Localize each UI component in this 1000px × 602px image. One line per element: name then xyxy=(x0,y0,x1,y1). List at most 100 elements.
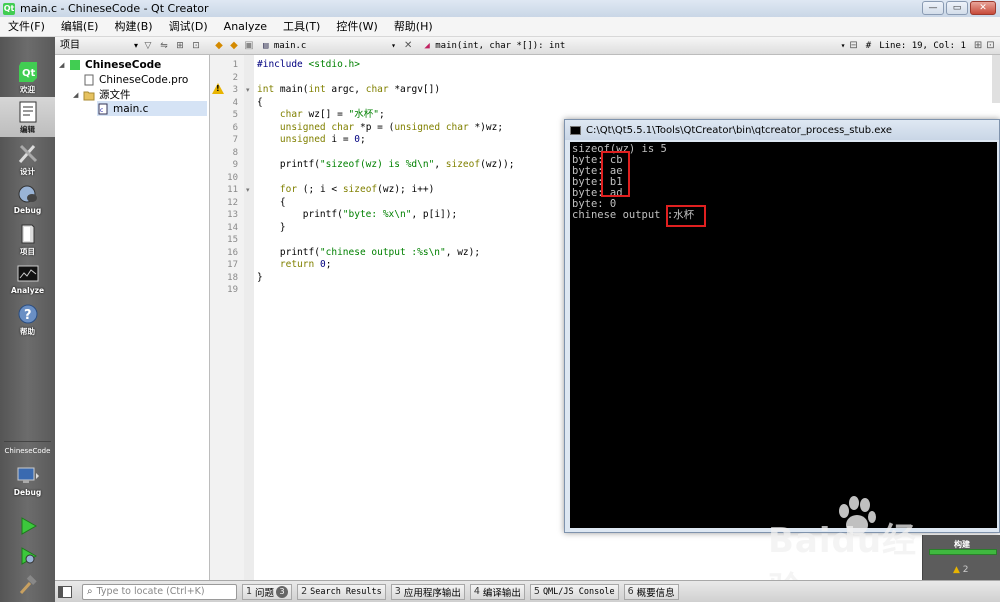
line-number: 12 xyxy=(227,197,238,208)
collapse-icon[interactable]: ◢ xyxy=(59,61,69,69)
pane-number: 6 xyxy=(627,586,634,597)
chevron-down-icon: ▾ xyxy=(391,40,396,50)
editor-scrollbar[interactable] xyxy=(992,55,1000,103)
code-line-11: for (; i < sizeof(wz); i++) xyxy=(279,184,435,195)
project-panel-toolbar: 项目 ▾ ▽ ⇋ ⊞ ⊡ xyxy=(55,37,210,55)
console-window[interactable]: C:\Qt\Qt5.5.1\Tools\QtCreator\bin\qtcrea… xyxy=(564,119,1000,533)
view-selector[interactable]: 项目 ▾ xyxy=(58,39,138,53)
monitor-icon xyxy=(16,465,40,487)
function-icon: ◢ xyxy=(424,40,436,51)
forward-arrow-icon[interactable]: ◆ xyxy=(228,40,240,51)
toggle-sidebar-icon[interactable] xyxy=(58,585,72,598)
locator-placeholder: Type to locate (Ctrl+K) xyxy=(96,586,205,597)
mode-design[interactable]: 设计 xyxy=(0,139,55,179)
fold-marker-icon[interactable]: ▾ xyxy=(246,84,250,97)
mode-label: 编辑 xyxy=(20,125,35,134)
maximize-button[interactable]: ▭ xyxy=(946,1,968,15)
menu-analyze[interactable]: Analyze xyxy=(216,17,275,37)
tree-item-label: main.c xyxy=(113,102,149,115)
split-icon[interactable]: ⊞ xyxy=(174,40,186,52)
menu-file[interactable]: 文件(F) xyxy=(0,17,53,37)
help-icon: ? xyxy=(16,303,40,325)
mode-label: Debug xyxy=(13,206,42,215)
highlight-box-output xyxy=(666,205,706,227)
pane-number: 2 xyxy=(301,586,308,597)
mode-edit[interactable]: 编辑 xyxy=(0,97,55,137)
menu-widgets[interactable]: 控件(W) xyxy=(328,17,385,37)
menu-tools[interactable]: 工具(T) xyxy=(275,17,328,37)
split-view-icon[interactable]: ⊟ xyxy=(849,40,857,51)
search-icon: ⌕ xyxy=(87,586,93,597)
open-file-selector[interactable]: ▤ main.c ▾ xyxy=(263,41,398,51)
split-icon[interactable]: ⊞ xyxy=(974,40,982,51)
target-project-label: ChineseCode xyxy=(4,447,51,455)
projects-icon xyxy=(16,223,40,245)
target-selector[interactable]: Debug xyxy=(0,461,55,501)
code-line-17: return 0; xyxy=(279,259,332,270)
mode-label: Analyze xyxy=(10,286,45,295)
code-line-9: printf("sizeof(wz) is %d\n", sizeof(wz))… xyxy=(257,159,515,170)
build-warning-indicator: ▲ 2 xyxy=(953,565,969,575)
line-number-gutter: 12345678910111213141516171819 ▾ ▾ xyxy=(210,55,254,580)
symbol-selector[interactable]: ◢ main(int, char *[]): int ▾ xyxy=(424,41,849,51)
mode-help[interactable]: ? 帮助 xyxy=(0,299,55,339)
view-selector-value: 项目 xyxy=(60,39,80,51)
code-line-3: int main(int argc, char *argv[]) xyxy=(257,84,441,95)
build-progress[interactable]: 构建 ▲ 2 xyxy=(922,535,1000,580)
mode-label: 帮助 xyxy=(20,327,35,336)
tree-item-project[interactable]: ◢ ChineseCode xyxy=(59,57,161,72)
code-line-4: { xyxy=(257,96,263,108)
line-number: 1 xyxy=(232,60,238,70)
pane-compile-output[interactable]: 4 编译输出 xyxy=(469,583,525,600)
filter-icon[interactable]: ▽ xyxy=(142,40,154,52)
mode-projects[interactable]: 项目 xyxy=(0,219,55,259)
menu-help[interactable]: 帮助(H) xyxy=(386,17,441,37)
console-title-bar[interactable]: C:\Qt\Qt5.5.1\Tools\QtCreator\bin\qtcrea… xyxy=(565,120,999,140)
mode-analyze[interactable]: Analyze xyxy=(0,259,55,299)
line-number: 5 xyxy=(232,110,238,120)
build-progress-bar xyxy=(929,549,997,555)
chevron-down-icon: ▾ xyxy=(133,40,138,50)
console-title: C:\Qt\Qt5.5.1\Tools\QtCreator\bin\qtcrea… xyxy=(586,124,893,136)
tree-item-label: ChineseCode.pro xyxy=(99,73,189,86)
svg-text:?: ? xyxy=(24,308,32,323)
tree-item-sources[interactable]: ◢ 源文件 xyxy=(73,87,131,102)
minimize-button[interactable]: — xyxy=(922,1,944,15)
qt-app-icon: Qt xyxy=(3,2,15,15)
close-file-icon[interactable]: ✕ xyxy=(404,40,412,51)
close-panel-icon[interactable]: ⊡ xyxy=(190,40,202,52)
build-button[interactable] xyxy=(0,570,55,602)
analyze-icon xyxy=(16,263,40,285)
pane-number: 5 xyxy=(533,586,540,597)
collapse-icon[interactable]: ◢ xyxy=(73,91,83,99)
warning-icon: ▲ xyxy=(953,565,960,575)
menu-build[interactable]: 构建(B) xyxy=(106,17,160,37)
menu-debug[interactable]: 调试(D) xyxy=(161,17,216,37)
svg-text:c: c xyxy=(100,107,103,114)
fold-marker-icon[interactable]: ▾ xyxy=(246,184,250,197)
pane-issues[interactable]: 1 问题 3 xyxy=(242,583,293,600)
line-number: 15 xyxy=(227,235,238,245)
run-play-icon xyxy=(16,515,40,537)
back-arrow-icon[interactable]: ◆ xyxy=(213,40,225,51)
cursor-position: Line: 19, Col: 1 xyxy=(879,40,966,51)
tree-item-pro[interactable]: ChineseCode.pro xyxy=(73,72,188,87)
code-line-16: printf("chinese output :%s\n", wz); xyxy=(257,246,481,258)
mode-debug[interactable]: Debug xyxy=(0,179,55,219)
tree-item-main-c[interactable]: c main.c xyxy=(97,101,207,116)
pane-app-output[interactable]: 3 应用程序输出 xyxy=(390,583,465,600)
current-symbol: main(int, char *[]): int xyxy=(435,40,566,51)
close-button[interactable]: ✕ xyxy=(970,1,996,15)
mode-label: 项目 xyxy=(20,247,35,256)
title-bar: Qt main.c - ChineseCode - Qt Creator — ▭… xyxy=(0,0,1000,17)
watermark-url: jingyan.baidu.com xyxy=(772,555,902,571)
pane-search-results[interactable]: 2 Search Results xyxy=(297,583,386,600)
menu-edit[interactable]: 编辑(E) xyxy=(53,17,107,37)
pane-number: 1 xyxy=(246,586,253,597)
pane-qml-console[interactable]: 5 QML/JS Console xyxy=(529,583,619,600)
locator-input[interactable]: ⌕ Type to locate (Ctrl+K) xyxy=(82,583,237,600)
mode-welcome[interactable]: Qt 欢迎 xyxy=(0,57,55,97)
link-icon[interactable]: ⇋ xyxy=(158,40,170,52)
pane-general-messages[interactable]: 6 概要信息 xyxy=(623,583,679,600)
close-editor-icon[interactable]: ⊡ xyxy=(986,40,994,51)
